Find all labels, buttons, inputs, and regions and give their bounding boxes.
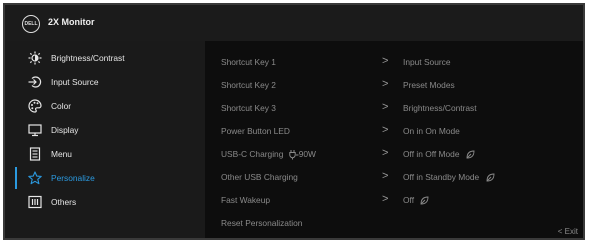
option-row-power-button-led[interactable]: Power Button LED > On in On Mode [221, 124, 581, 140]
sidebar-item-color[interactable]: Color [5, 95, 205, 117]
option-row-shortcut-key-3[interactable]: Shortcut Key 3 > Brightness/Contrast [221, 101, 581, 117]
option-value: Off in Off Mode [403, 149, 460, 159]
chevron-right-icon: > [382, 170, 389, 182]
sidebar-item-label: Others [51, 197, 77, 207]
monitor-osd-menu: DELL 2X Monitor Brightness/Contrast Inpu… [3, 3, 585, 240]
option-label: Power Button LED [221, 126, 290, 136]
option-row-reset-personalization[interactable]: Reset Personalization [221, 216, 581, 232]
sidebar-item-label: Color [51, 101, 72, 111]
sidebar-item-menu[interactable]: Menu [5, 143, 205, 165]
option-value-group: Off in Standby Mode [403, 172, 495, 182]
option-value-group: Off in Off Mode [403, 149, 475, 159]
sidebar-item-others[interactable]: Others [5, 191, 205, 213]
sidebar-item-label: Brightness/Contrast [51, 53, 125, 63]
brightness-icon [28, 51, 42, 65]
sidebar: Brightness/Contrast Input Source Color D… [5, 41, 205, 238]
option-label: Shortcut Key 2 [221, 80, 276, 90]
option-label-suffix: 90W [298, 149, 316, 159]
option-row-shortcut-key-1[interactable]: Shortcut Key 1 > Input Source [221, 55, 581, 71]
chevron-right-icon: > [382, 78, 389, 90]
option-value: Off in Standby Mode [403, 172, 480, 182]
option-value: Input Source [403, 57, 451, 67]
sidebar-item-display[interactable]: Display [5, 119, 205, 141]
sidebar-item-input-source[interactable]: Input Source [5, 71, 205, 93]
dell-logo: DELL [22, 15, 40, 33]
star-icon [28, 171, 42, 185]
eco-leaf-icon [420, 196, 429, 205]
option-label: Shortcut Key 1 [221, 57, 276, 67]
chevron-right-icon: > [382, 147, 389, 159]
option-label: USB-C Charging [221, 149, 284, 159]
option-label: Reset Personalization [221, 218, 303, 228]
sidebar-item-label: Display [51, 125, 79, 135]
sidebar-item-personalize[interactable]: Personalize [5, 167, 205, 189]
option-row-usb-c-charging[interactable]: USB-C Charging 90W > Off in Off Mode [221, 147, 581, 163]
menu-icon [28, 147, 42, 161]
osd-header: DELL 2X Monitor [5, 5, 583, 41]
power-plug-icon [289, 150, 299, 160]
sidebar-item-brightness-contrast[interactable]: Brightness/Contrast [5, 47, 205, 69]
option-row-other-usb-charging[interactable]: Other USB Charging > Off in Standby Mode [221, 170, 581, 186]
option-value: Brightness/Contrast [403, 103, 477, 113]
input-source-icon [28, 75, 42, 89]
eco-leaf-icon [466, 150, 475, 159]
option-row-shortcut-key-2[interactable]: Shortcut Key 2 > Preset Modes [221, 78, 581, 94]
display-icon [28, 123, 42, 137]
chevron-right-icon: > [382, 101, 389, 113]
option-row-fast-wakeup[interactable]: Fast Wakeup > Off [221, 193, 581, 209]
option-value: Preset Modes [403, 80, 455, 90]
color-palette-icon [28, 99, 42, 113]
option-label: Other USB Charging [221, 172, 298, 182]
logo-text: DELL [24, 21, 38, 27]
chevron-right-icon: > [382, 193, 389, 205]
option-value: Off [403, 195, 415, 205]
option-label: Fast Wakeup [221, 195, 271, 205]
option-value: On in On Mode [403, 126, 460, 136]
option-value-group: Off [403, 195, 429, 205]
sidebar-item-label: Menu [51, 149, 72, 159]
option-label-group: USB-C Charging 90W [221, 149, 316, 160]
option-label: Shortcut Key 3 [221, 103, 276, 113]
exit-button[interactable]: < Exit [558, 227, 578, 236]
chevron-right-icon: > [382, 55, 389, 67]
chevron-right-icon: > [382, 124, 389, 136]
sidebar-item-label: Personalize [51, 173, 95, 183]
sidebar-item-label: Input Source [51, 77, 99, 87]
osd-title: 2X Monitor [48, 17, 95, 27]
eco-leaf-icon [486, 173, 494, 182]
others-icon [28, 195, 42, 209]
